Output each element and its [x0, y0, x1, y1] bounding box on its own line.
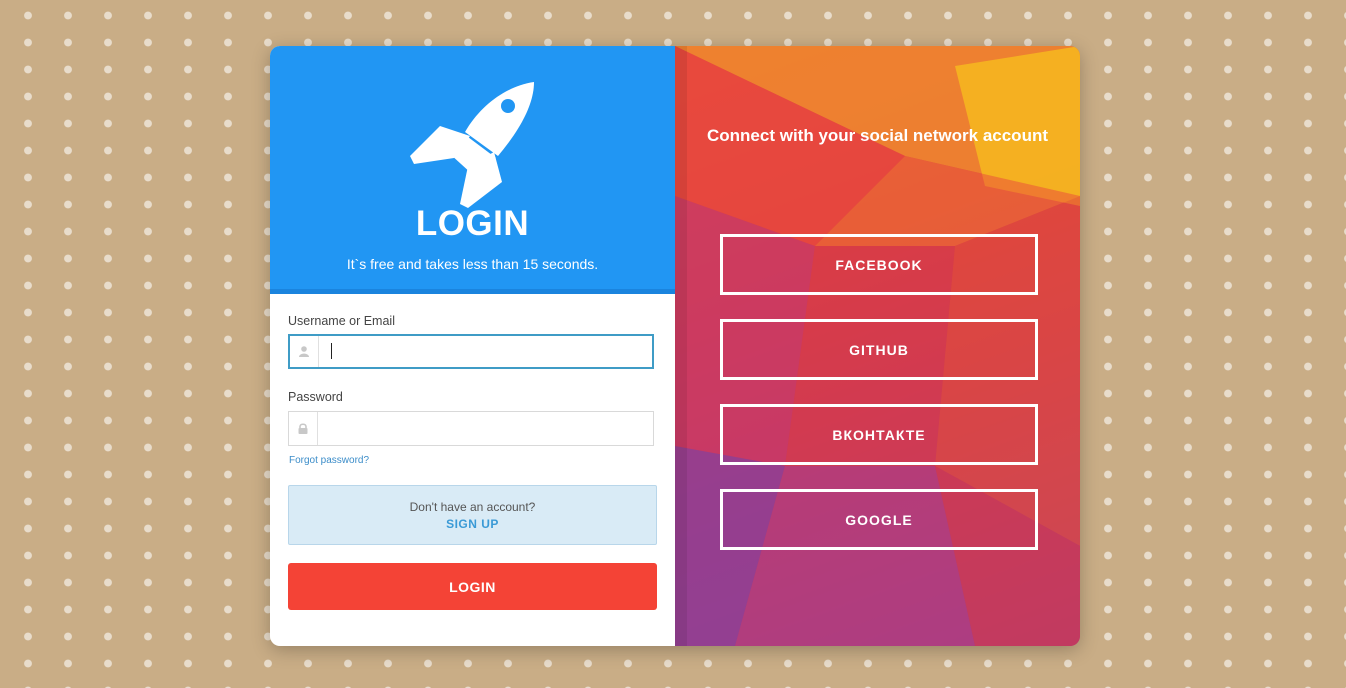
forgot-password-link[interactable]: Forgot password? — [289, 455, 369, 466]
social-heading: Connect with your social network account — [707, 126, 1048, 145]
signup-question: Don't have an account? — [409, 500, 536, 514]
signup-link[interactable]: SIGN UP — [446, 517, 499, 531]
facebook-button[interactable]: FACEBOOK — [720, 234, 1038, 295]
login-subtitle: It`s free and takes less than 15 seconds… — [346, 256, 599, 272]
username-input[interactable] — [328, 336, 646, 367]
username-field[interactable] — [288, 334, 654, 369]
username-label: Username or Email — [288, 314, 395, 328]
github-button[interactable]: GITHUB — [720, 319, 1038, 380]
login-card: LOGIN It`s free and takes less than 15 s… — [270, 46, 1080, 646]
vkontakte-button[interactable]: ВКОНТАКТЕ — [720, 404, 1038, 465]
lock-icon — [289, 412, 318, 445]
password-input[interactable] — [327, 412, 647, 445]
user-icon — [290, 336, 319, 367]
social-panel: Connect with your social network account… — [675, 46, 1080, 646]
login-panel: LOGIN It`s free and takes less than 15 s… — [270, 46, 675, 646]
login-header: LOGIN It`s free and takes less than 15 s… — [270, 46, 675, 294]
password-label: Password — [288, 390, 343, 404]
rocket-icon — [410, 82, 534, 208]
login-title: LOGIN — [415, 204, 530, 243]
google-button[interactable]: GOOGLE — [720, 489, 1038, 550]
login-button[interactable]: LOGIN — [288, 563, 657, 610]
password-field[interactable] — [288, 411, 654, 446]
signup-box: Don't have an account? SIGN UP — [288, 485, 657, 545]
